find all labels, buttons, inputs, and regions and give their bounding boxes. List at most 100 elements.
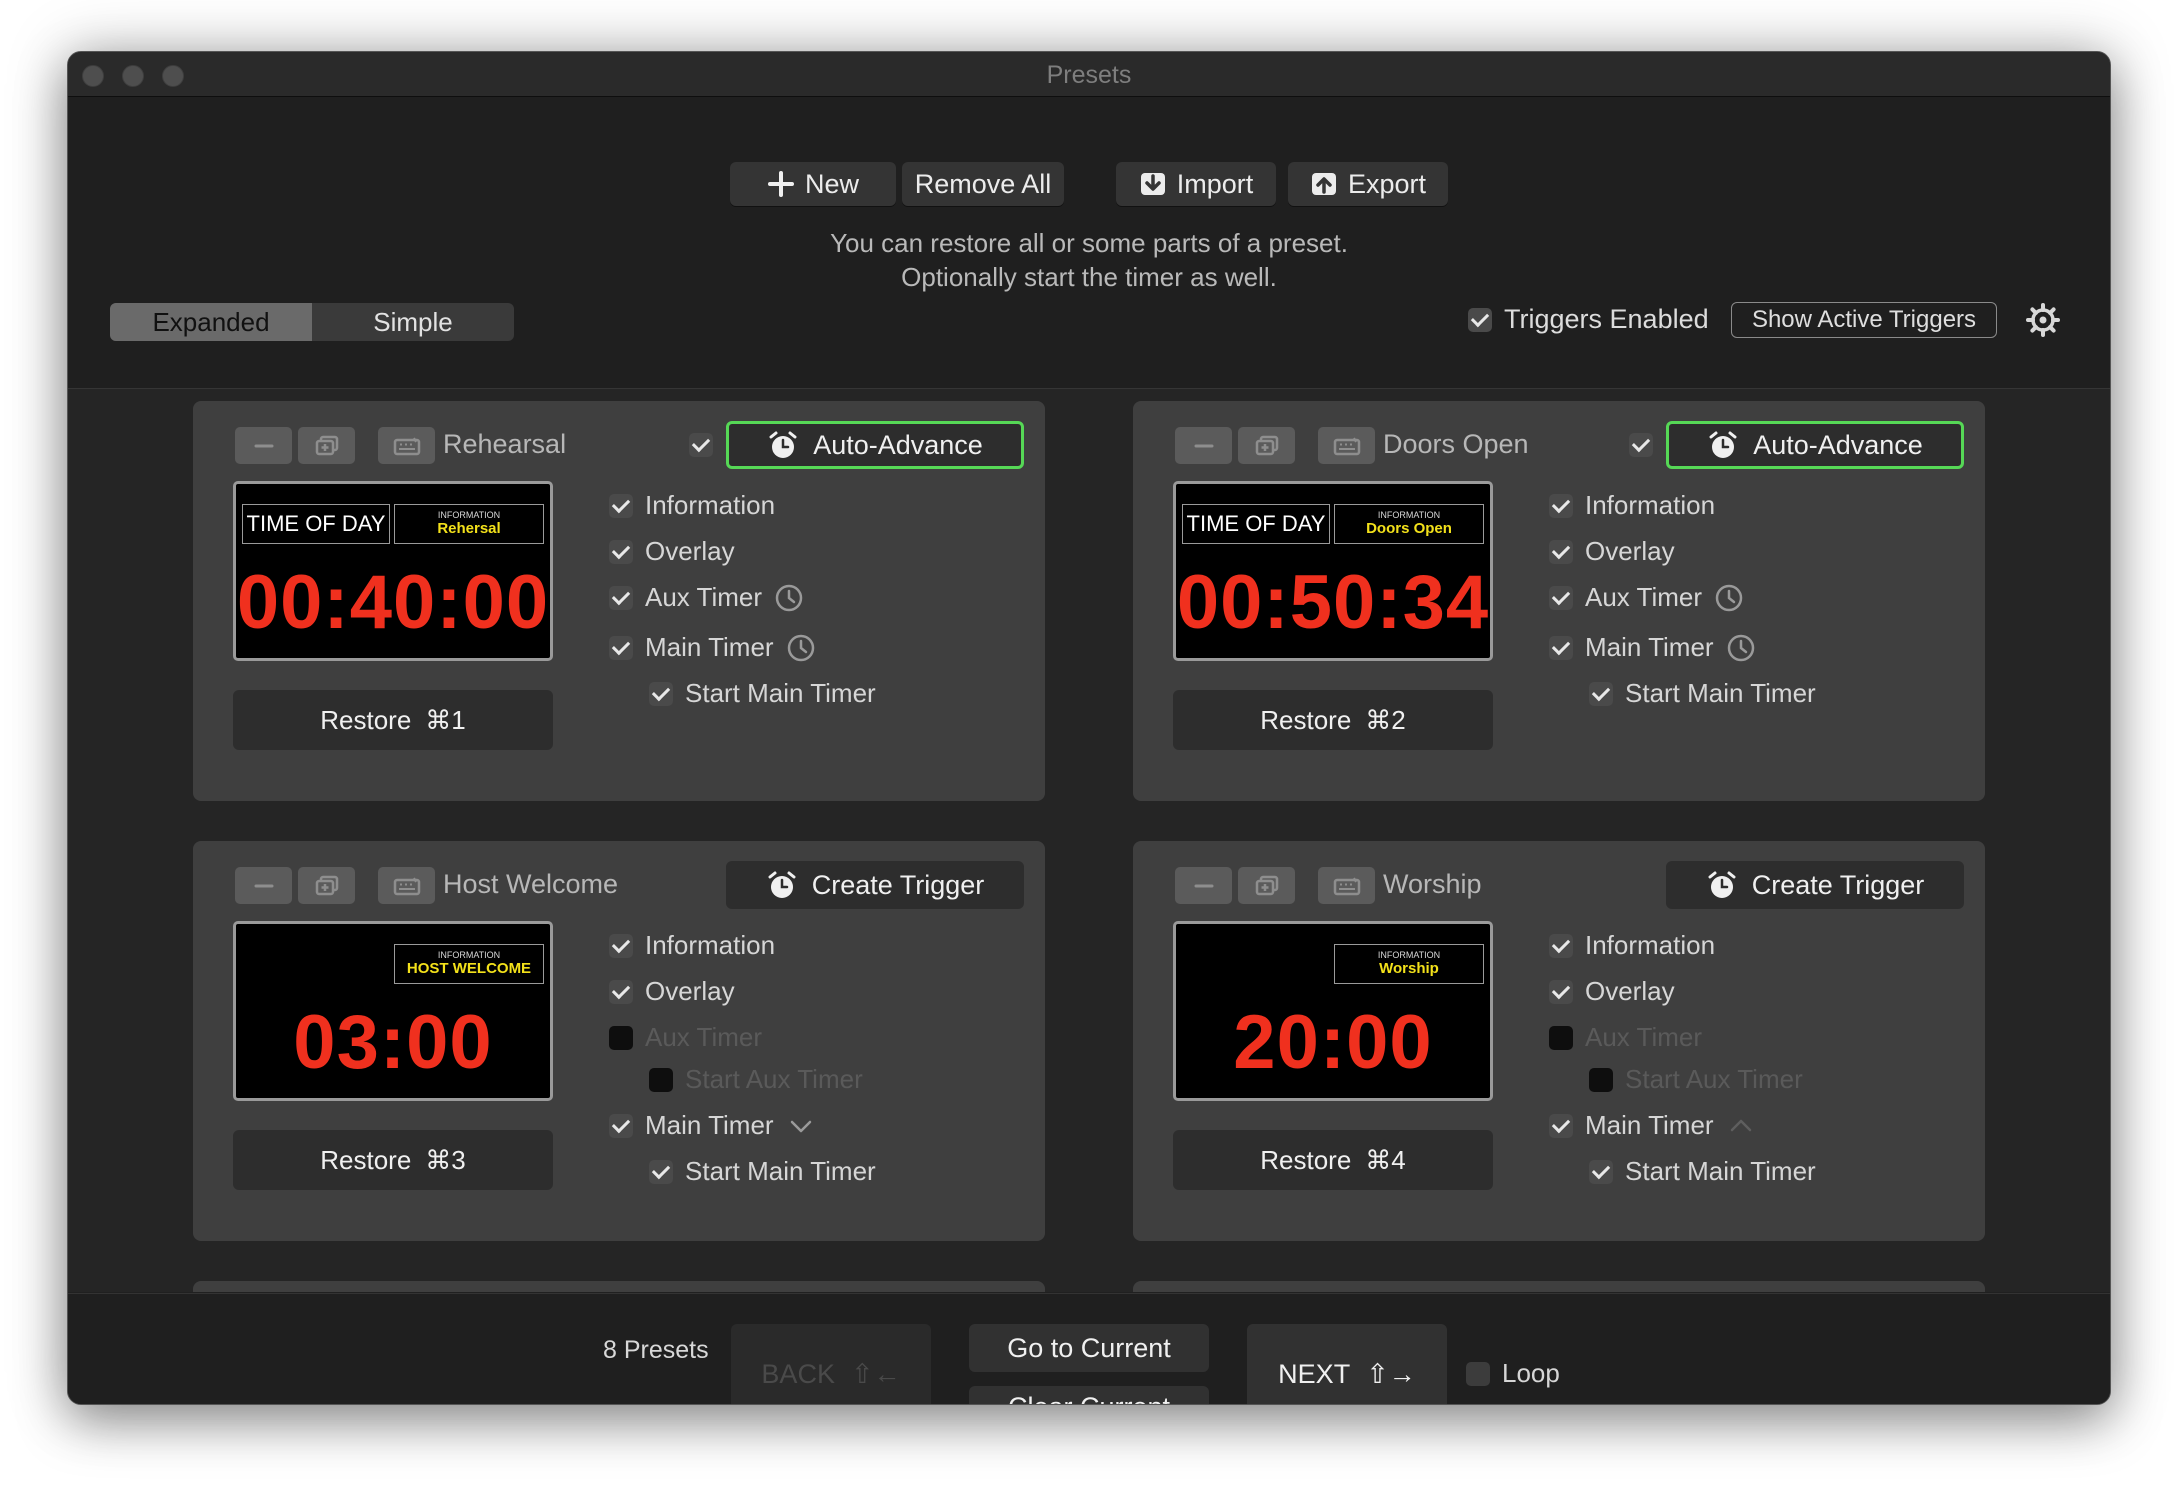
overlay-checkbox[interactable]	[609, 539, 633, 564]
view-mode-expanded[interactable]: Expanded	[110, 303, 312, 341]
aux-timer-checkbox[interactable]	[1549, 1025, 1573, 1050]
option-aux-timer[interactable]: Aux Timer	[1549, 582, 1744, 613]
aux-timer-checkbox[interactable]	[609, 585, 633, 610]
option-start-main-timer[interactable]: Start Main Timer	[1589, 678, 1816, 709]
main-timer-checkbox[interactable]	[1549, 635, 1573, 660]
option-main-timer[interactable]: Main Timer	[609, 1110, 816, 1141]
option-label: Main Timer	[1585, 1110, 1714, 1140]
option-main-timer[interactable]: Main Timer	[609, 632, 816, 663]
option-information[interactable]: Information	[609, 490, 775, 521]
clock-icon[interactable]	[786, 633, 816, 663]
triggers-enabled-checkbox[interactable]	[1468, 307, 1492, 332]
import-icon	[1140, 173, 1165, 195]
overlay-checkbox[interactable]	[1549, 539, 1573, 564]
remove-preset-button[interactable]	[235, 867, 292, 904]
duplicate-preset-button[interactable]	[298, 867, 355, 904]
overlay-checkbox[interactable]	[1549, 979, 1573, 1004]
back-button[interactable]: BACK ⇧←	[731, 1324, 931, 1404]
start-aux-timer-checkbox[interactable]	[649, 1067, 673, 1092]
preset-title[interactable]: Doors Open	[1383, 429, 1529, 460]
option-information[interactable]: Information	[1549, 930, 1715, 961]
clock-icon[interactable]	[774, 583, 804, 613]
loop-checkbox[interactable]	[1466, 1361, 1490, 1386]
next-button[interactable]: NEXT ⇧→	[1247, 1324, 1447, 1404]
option-main-timer[interactable]: Main Timer	[1549, 1110, 1756, 1141]
chevron-down-icon[interactable]	[786, 1111, 816, 1141]
remove-preset-button[interactable]	[1175, 427, 1232, 464]
option-overlay[interactable]: Overlay	[609, 536, 735, 567]
overlay-checkbox[interactable]	[609, 979, 633, 1004]
main-timer-checkbox[interactable]	[1549, 1113, 1573, 1138]
option-label: Information	[645, 930, 776, 960]
option-overlay[interactable]: Overlay	[1549, 976, 1675, 1007]
start-aux-timer-checkbox[interactable]	[1589, 1067, 1613, 1092]
restore-button[interactable]: Restore ⌘3	[233, 1130, 553, 1190]
rename-preset-button[interactable]	[378, 427, 435, 464]
chevron-up-icon[interactable]	[1726, 1111, 1756, 1141]
remove-preset-button[interactable]	[1175, 867, 1232, 904]
create-trigger-button[interactable]: Create Trigger	[1666, 861, 1964, 909]
gear-icon[interactable]	[2025, 302, 2061, 338]
option-start-main-timer[interactable]: Start Main Timer	[1589, 1156, 1816, 1187]
main-timer-checkbox[interactable]	[609, 1113, 633, 1138]
auto-advance-checkbox[interactable]	[1629, 433, 1653, 457]
clock-icon[interactable]	[1726, 633, 1756, 663]
restore-button[interactable]: Restore ⌘1	[233, 690, 553, 750]
option-start-aux-timer[interactable]: Start Aux Timer	[649, 1064, 863, 1095]
preset-list: Rehearsal Auto-Advance TIME OF DAY INFOR…	[68, 389, 2110, 1292]
option-aux-timer[interactable]: Aux Timer	[609, 582, 804, 613]
auto-advance-button[interactable]: Auto-Advance	[1666, 421, 1964, 469]
triggers-enabled-toggle[interactable]: Triggers Enabled	[1468, 304, 1709, 335]
start-main-timer-checkbox[interactable]	[1589, 681, 1613, 706]
duplicate-preset-button[interactable]	[1238, 427, 1295, 464]
auto-advance-button[interactable]: Auto-Advance	[726, 421, 1024, 469]
preset-title[interactable]: Worship	[1383, 869, 1482, 900]
option-overlay[interactable]: Overlay	[1549, 536, 1675, 567]
rename-preset-button[interactable]	[1318, 427, 1375, 464]
restore-button[interactable]: Restore ⌘4	[1173, 1130, 1493, 1190]
information-checkbox[interactable]	[609, 493, 633, 518]
option-label: Information	[1585, 930, 1716, 960]
remove-preset-button[interactable]	[235, 427, 292, 464]
option-start-aux-timer[interactable]: Start Aux Timer	[1589, 1064, 1803, 1095]
show-active-triggers-button[interactable]: Show Active Triggers	[1731, 302, 1997, 338]
import-button[interactable]: Import	[1116, 162, 1276, 206]
view-mode-simple[interactable]: Simple	[312, 303, 514, 341]
aux-timer-checkbox[interactable]	[1549, 585, 1573, 610]
new-preset-button[interactable]: New	[730, 162, 896, 206]
option-overlay[interactable]: Overlay	[609, 976, 735, 1007]
restore-label: Restore	[1260, 704, 1352, 735]
option-aux-timer[interactable]: Aux Timer	[609, 1022, 762, 1053]
go-to-current-button[interactable]: Go to Current	[969, 1324, 1209, 1372]
duplicate-preset-button[interactable]	[1238, 867, 1295, 904]
create-trigger-button[interactable]: Create Trigger	[726, 861, 1024, 909]
restore-button[interactable]: Restore ⌘2	[1173, 690, 1493, 750]
option-information[interactable]: Information	[609, 930, 775, 961]
preset-preview-screen: TIME OF DAY INFORMATION Rehersal 00:40:0…	[233, 481, 553, 661]
option-main-timer[interactable]: Main Timer	[1549, 632, 1756, 663]
preset-title[interactable]: Rehearsal	[443, 429, 566, 460]
export-button[interactable]: Export	[1288, 162, 1448, 206]
preset-title[interactable]: Host Welcome	[443, 869, 618, 900]
option-information[interactable]: Information	[1549, 490, 1715, 521]
start-main-timer-checkbox[interactable]	[649, 1159, 673, 1184]
information-checkbox[interactable]	[1549, 493, 1573, 518]
rename-preset-button[interactable]	[378, 867, 435, 904]
start-main-timer-checkbox[interactable]	[649, 681, 673, 706]
information-checkbox[interactable]	[609, 933, 633, 958]
option-aux-timer[interactable]: Aux Timer	[1549, 1022, 1702, 1053]
main-timer-checkbox[interactable]	[609, 635, 633, 660]
loop-toggle[interactable]: Loop	[1466, 1358, 1560, 1389]
information-checkbox[interactable]	[1549, 933, 1573, 958]
rename-preset-button[interactable]	[1318, 867, 1375, 904]
option-start-main-timer[interactable]: Start Main Timer	[649, 1156, 876, 1187]
option-label: Start Aux Timer	[685, 1064, 863, 1094]
clear-current-button[interactable]: Clear Current	[969, 1386, 1209, 1404]
auto-advance-checkbox[interactable]	[689, 433, 713, 457]
option-start-main-timer[interactable]: Start Main Timer	[649, 678, 876, 709]
start-main-timer-checkbox[interactable]	[1589, 1159, 1613, 1184]
remove-all-button[interactable]: Remove All	[902, 162, 1064, 206]
aux-timer-checkbox[interactable]	[609, 1025, 633, 1050]
duplicate-preset-button[interactable]	[298, 427, 355, 464]
clock-icon[interactable]	[1714, 583, 1744, 613]
